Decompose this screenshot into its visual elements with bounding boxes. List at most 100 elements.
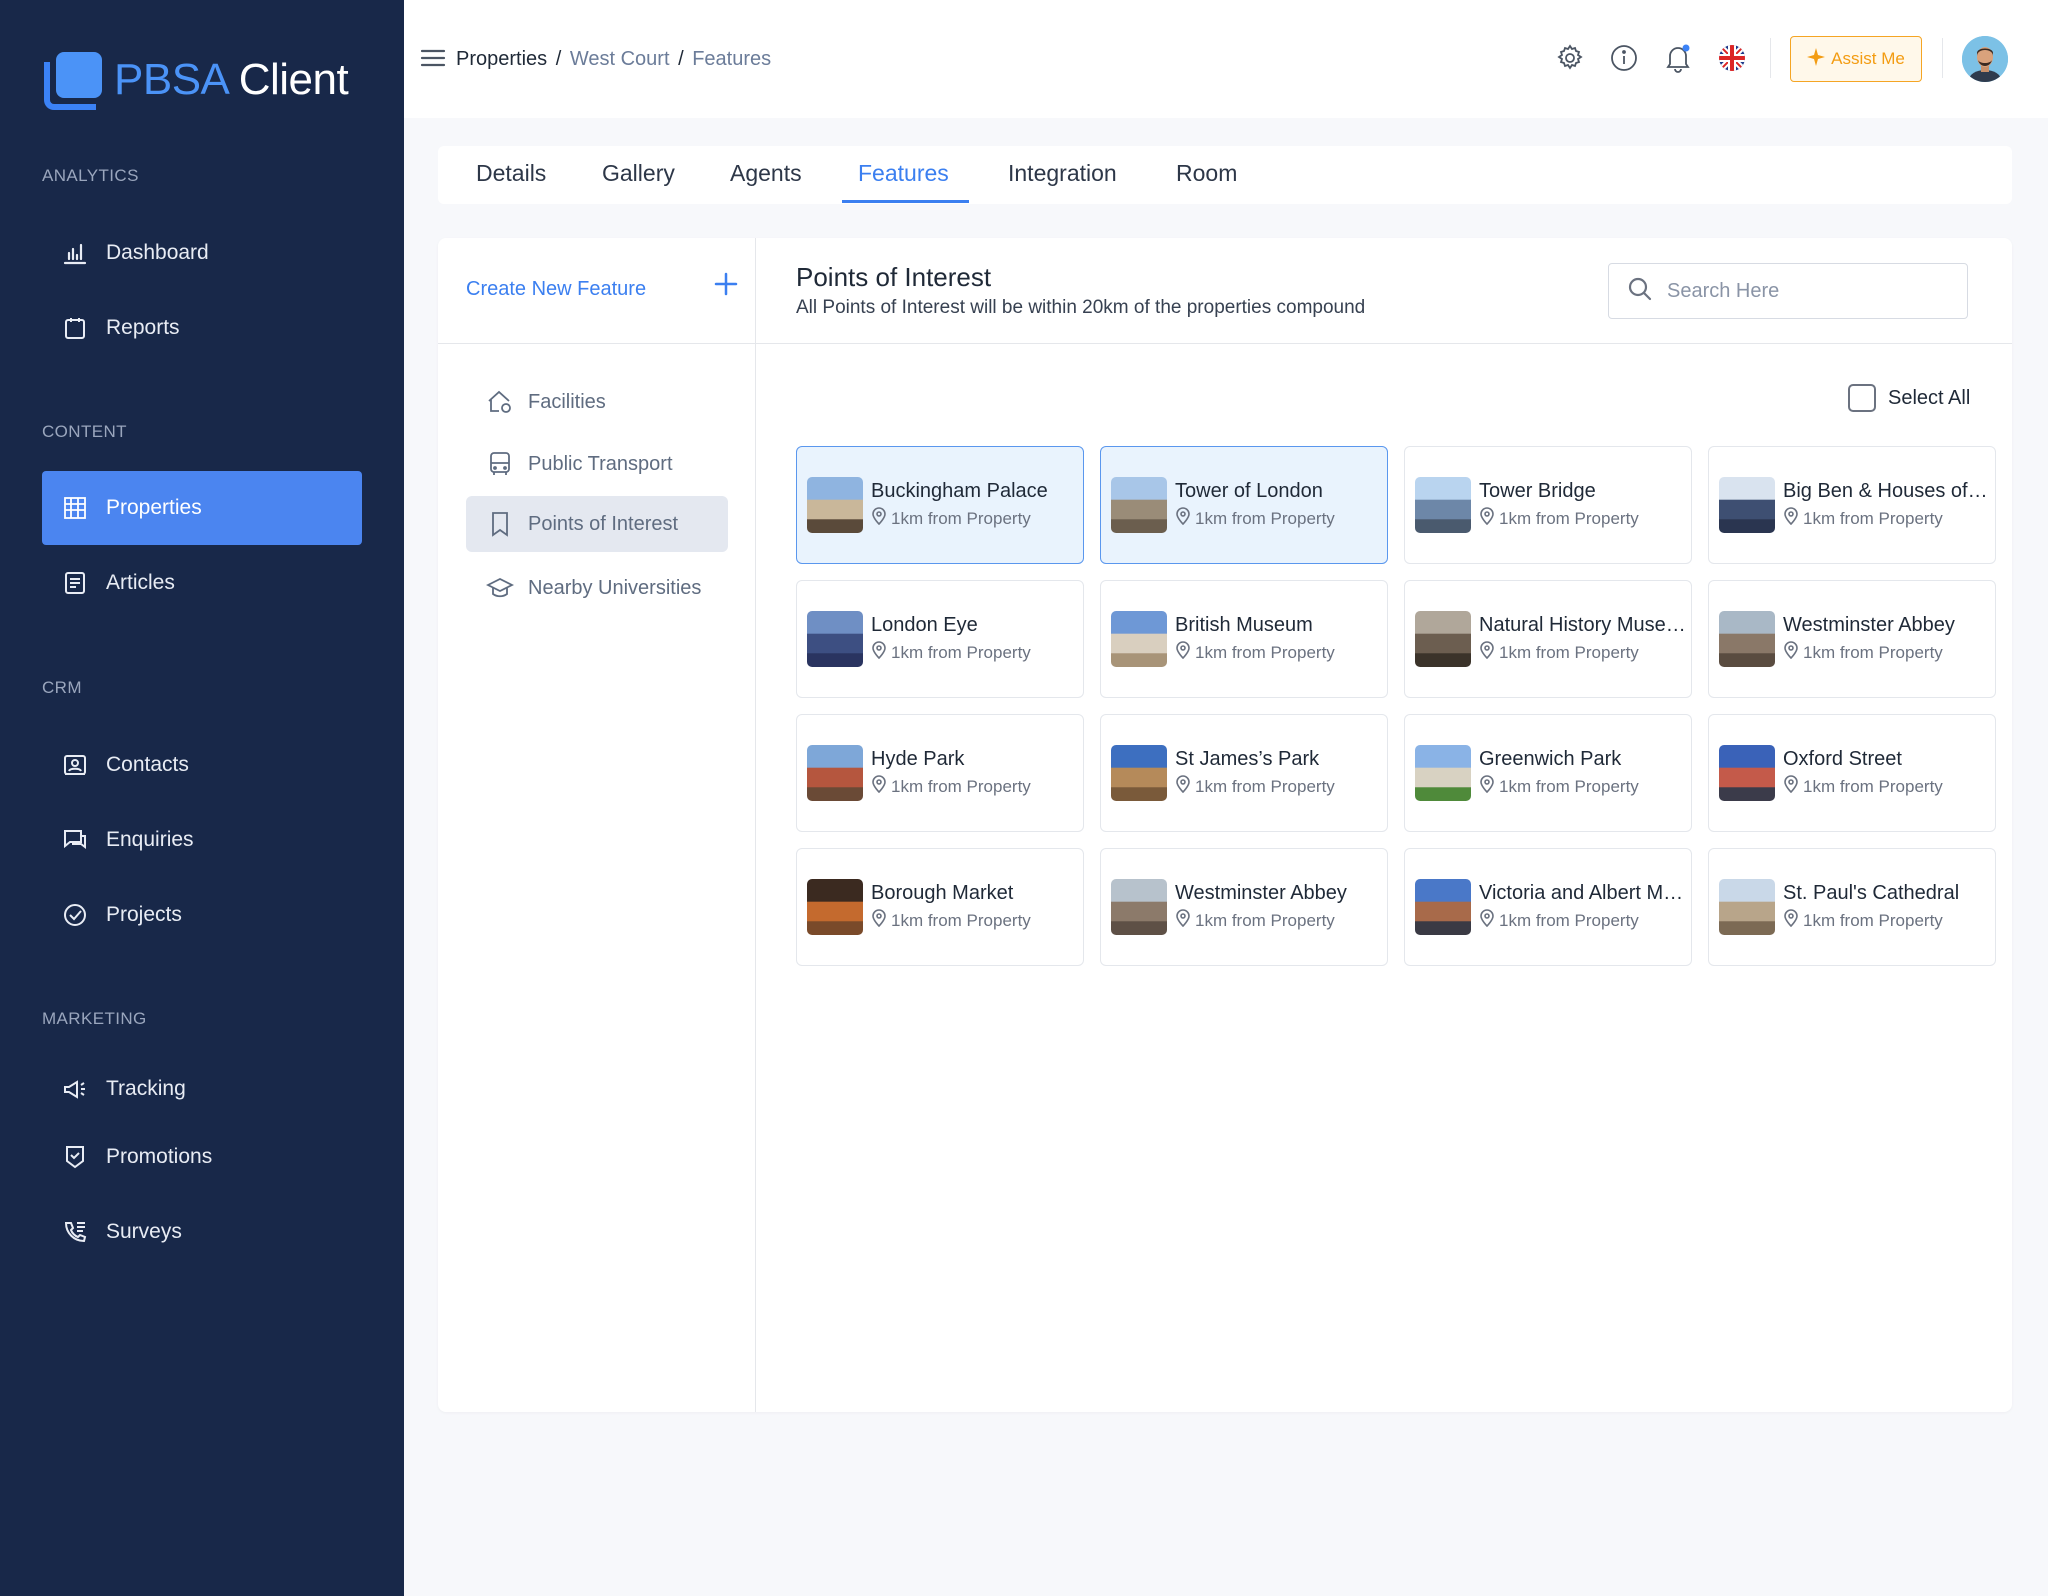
tab-details[interactable]: Details	[476, 160, 546, 187]
menu-icon[interactable]	[420, 48, 446, 73]
bookmark-icon	[486, 510, 514, 538]
breadcrumb-properties[interactable]: Properties	[456, 48, 547, 70]
search-icon	[1627, 276, 1653, 307]
poi-card[interactable]: British Museum 1km from Property	[1100, 580, 1388, 698]
poi-thumbnail	[1111, 879, 1167, 935]
sidebar-item-tracking[interactable]: Tracking	[42, 1052, 362, 1126]
poi-thumbnail	[1415, 611, 1471, 667]
tab-agents[interactable]: Agents	[730, 160, 802, 187]
poi-text: St James’s Park 1km from Property	[1175, 748, 1335, 798]
poi-text: Natural History Museum 1km from Property	[1479, 614, 1689, 664]
poi-text: Westminster Abbey 1km from Property	[1175, 882, 1347, 932]
poi-name: Westminster Abbey	[1783, 614, 1955, 636]
app-name: PBSA Client	[114, 55, 349, 105]
divider	[1942, 38, 1943, 78]
sidebar-item-label: Promotions	[106, 1145, 213, 1168]
breadcrumb-west-court[interactable]: West Court	[570, 48, 670, 70]
poi-text: Oxford Street 1km from Property	[1783, 748, 1943, 798]
poi-name: St James’s Park	[1175, 748, 1320, 770]
sidebar-item-enquiries[interactable]: Enquiries	[42, 803, 362, 877]
info-icon[interactable]	[1608, 42, 1640, 74]
megaphone-icon	[62, 1076, 88, 1102]
gear-icon[interactable]	[1554, 42, 1586, 74]
plus-icon[interactable]	[710, 268, 742, 300]
poi-text: St. Paul's Cathedral 1km from Property	[1783, 882, 1959, 932]
sidebar-item-promotions[interactable]: Promotions	[42, 1120, 362, 1194]
sidebar-item-label: Dashboard	[106, 241, 209, 264]
poi-name: British Museum	[1175, 614, 1313, 636]
search-box[interactable]	[1608, 263, 1968, 319]
location-pin-icon	[1783, 641, 1799, 664]
select-all-control[interactable]: Select All	[1848, 384, 1970, 412]
poi-card[interactable]: Westminster Abbey 1km from Property	[1708, 580, 1996, 698]
badge-icon	[62, 1144, 88, 1170]
poi-card[interactable]: Buckingham Palace 1km from Property	[796, 446, 1084, 564]
location-pin-icon	[1479, 909, 1495, 932]
sidebar-item-label: Contacts	[106, 753, 189, 776]
bell-icon[interactable]	[1662, 42, 1694, 74]
poi-card[interactable]: Tower Bridge 1km from Property	[1404, 446, 1692, 564]
category-points-of-interest[interactable]: Points of Interest	[466, 496, 728, 552]
poi-distance-label: 1km from Property	[1499, 776, 1639, 796]
app-logo[interactable]: PBSA Client	[42, 48, 349, 112]
sidebar-item-projects[interactable]: Projects	[42, 878, 362, 952]
app-name-part1: PBSA	[114, 55, 227, 104]
location-pin-icon	[1783, 909, 1799, 932]
sidebar-item-contacts[interactable]: Contacts	[42, 728, 362, 802]
location-pin-icon	[871, 641, 887, 664]
category-nearby-universities[interactable]: Nearby Universities	[466, 560, 728, 616]
tab-bar: Details Gallery Agents Features Integrat…	[438, 146, 2012, 204]
poi-card[interactable]: St. Paul's Cathedral 1km from Property	[1708, 848, 1996, 966]
sidebar-item-articles[interactable]: Articles	[42, 546, 362, 620]
sidebar-item-dashboard[interactable]: Dashboard	[42, 216, 362, 290]
app-name-part2: Client	[238, 55, 349, 104]
section-analytics: ANALYTICS	[42, 166, 139, 185]
sidebar-item-label: Surveys	[106, 1220, 182, 1243]
poi-card[interactable]: Greenwich Park 1km from Property	[1404, 714, 1692, 832]
poi-distance-label: 1km from Property	[891, 642, 1031, 662]
poi-card[interactable]: London Eye 1km from Property	[796, 580, 1084, 698]
graduation-cap-icon	[486, 574, 514, 602]
sidebar-item-reports[interactable]: Reports	[42, 291, 362, 365]
poi-text: Tower Bridge 1km from Property	[1479, 480, 1639, 530]
category-facilities[interactable]: Facilities	[466, 374, 728, 430]
sidebar-item-surveys[interactable]: Surveys	[42, 1195, 362, 1269]
poi-card[interactable]: Oxford Street 1km from Property	[1708, 714, 1996, 832]
category-public-transport[interactable]: Public Transport	[466, 436, 728, 492]
poi-distance-label: 1km from Property	[1803, 642, 1943, 662]
poi-thumbnail	[807, 477, 863, 533]
poi-card[interactable]: Borough Market 1km from Property	[796, 848, 1084, 966]
poi-card[interactable]: Natural History Museum 1km from Property	[1404, 580, 1692, 698]
poi-card[interactable]: Hyde Park 1km from Property	[796, 714, 1084, 832]
select-all-checkbox[interactable]	[1848, 384, 1876, 412]
avatar[interactable]	[1962, 36, 2008, 82]
uk-flag-icon[interactable]	[1716, 42, 1748, 74]
poi-card[interactable]: Tower of London 1km from Property	[1100, 446, 1388, 564]
create-new-feature-link[interactable]: Create New Feature	[466, 278, 646, 301]
search-input[interactable]	[1667, 279, 1947, 303]
breadcrumb: Properties / West Court / Features	[456, 48, 771, 71]
section-subtitle: All Points of Interest will be within 20…	[796, 297, 1366, 318]
poi-distance-label: 1km from Property	[1499, 508, 1639, 528]
location-pin-icon	[1175, 909, 1191, 932]
poi-name: London Eye	[871, 614, 978, 636]
tab-features[interactable]: Features	[858, 160, 949, 187]
category-label: Points of Interest	[528, 512, 679, 535]
poi-distance: 1km from Property	[1175, 909, 1347, 932]
poi-card[interactable]: Westminster Abbey 1km from Property	[1100, 848, 1388, 966]
section-marketing: MARKETING	[42, 1009, 147, 1028]
sidebar-item-properties[interactable]: Properties	[42, 471, 362, 545]
sidebar: PBSA Client ANALYTICS Dashboard Reports …	[0, 0, 404, 1596]
location-pin-icon	[871, 507, 887, 530]
poi-distance: 1km from Property	[871, 641, 1031, 664]
poi-card[interactable]: St James’s Park 1km from Property	[1100, 714, 1388, 832]
poi-thumbnail	[807, 611, 863, 667]
assist-me-button[interactable]: Assist Me	[1790, 36, 1922, 82]
tab-integration[interactable]: Integration	[1008, 160, 1117, 187]
poi-card[interactable]: Victoria and Albert Museum 1km from Prope…	[1404, 848, 1692, 966]
tab-gallery[interactable]: Gallery	[602, 160, 675, 187]
poi-card[interactable]: Big Ben & Houses of Parliament 1km from P…	[1708, 446, 1996, 564]
poi-thumbnail	[1111, 611, 1167, 667]
poi-distance: 1km from Property	[1175, 507, 1335, 530]
tab-room[interactable]: Room	[1176, 160, 1237, 187]
